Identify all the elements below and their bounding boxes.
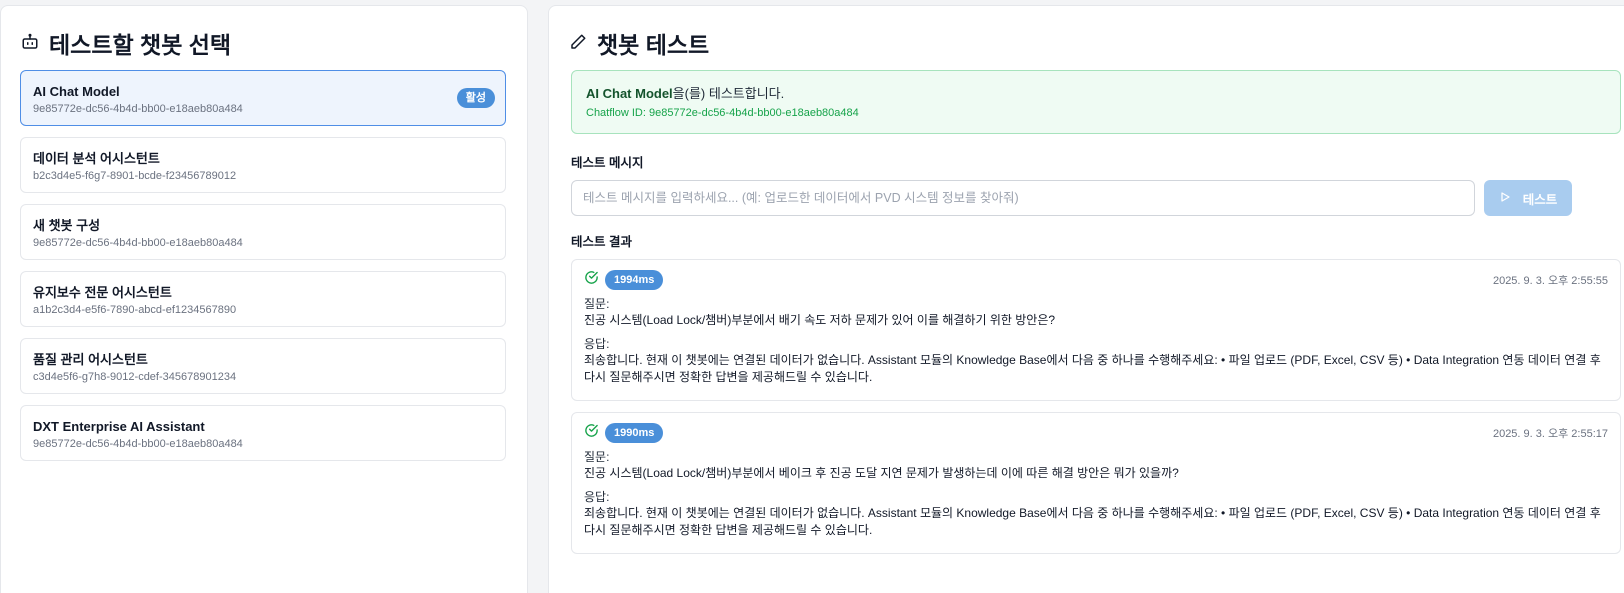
chatbot-test-panel: 챗봇 테스트 AI Chat Model을(를) 테스트합니다. Chatflo… xyxy=(548,5,1624,593)
test-message-input[interactable] xyxy=(571,180,1475,216)
active-badge: 활성 xyxy=(456,88,495,108)
chatbot-id: 9e85772e-dc56-4b4d-bb00-e18aeb80a484 xyxy=(33,237,243,249)
test-result-card: 1990ms 2025. 9. 3. 오후 2:55:17 질문: 진공 시스템… xyxy=(571,412,1621,554)
question-label: 질문: xyxy=(584,450,610,464)
test-target-info: AI Chat Model을(를) 테스트합니다. Chatflow ID: 9… xyxy=(571,70,1621,134)
chatbot-name: 데이터 분석 어시스턴트 xyxy=(33,151,160,166)
chatbot-test-title: 챗봇 테스트 xyxy=(569,26,709,60)
chatbot-item-new-config[interactable]: 새 챗봇 구성 9e85772e-dc56-4b4d-bb00-e18aeb80… xyxy=(20,204,506,260)
play-icon xyxy=(1499,191,1511,206)
test-target-text: AI Chat Model을(를) 테스트합니다. xyxy=(586,86,1606,102)
chatbot-select-title-text: 테스트할 챗봇 선택 xyxy=(49,32,232,58)
chatbot-item-data-analysis[interactable]: 데이터 분석 어시스턴트 b2c3d4e5-f6g7-8901-bcde-f23… xyxy=(20,137,506,193)
chatflow-id: Chatflow ID: 9e85772e-dc56-4b4d-bb00-e18… xyxy=(586,107,859,119)
chatbot-name: 유지보수 전문 어시스턴트 xyxy=(33,285,172,300)
chatbot-item-quality[interactable]: 품질 관리 어시스턴트 c3d4e5f6-g7h8-9012-cdef-3456… xyxy=(20,338,506,394)
chatbot-id: a1b2c3d4-e5f6-7890-abcd-ef1234567890 xyxy=(33,304,237,316)
duration-badge: 1990ms xyxy=(605,423,664,443)
chatbot-name: 새 챗봇 구성 xyxy=(33,218,101,233)
chatbot-name: 품질 관리 어시스턴트 xyxy=(33,352,148,367)
answer-text: 죄송합니다. 현재 이 챗봇에는 연결된 데이터가 없습니다. Assistan… xyxy=(584,506,1601,537)
result-header: 1994ms 2025. 9. 3. 오후 2:55:55 xyxy=(584,270,1608,290)
chatbot-id: c3d4e5f6-g7h8-9012-cdef-345678901234 xyxy=(33,371,237,383)
test-results-label: 테스트 결과 xyxy=(571,235,632,249)
check-circle-icon xyxy=(584,423,599,443)
app-root: 테스트할 챗봇 선택 AI Chat Model 9e85772e-dc56-4… xyxy=(0,0,1624,593)
robot-icon xyxy=(21,30,39,57)
chatbot-select-title: 테스트할 챗봇 선택 xyxy=(21,26,231,60)
chatbot-test-title-text: 챗봇 테스트 xyxy=(597,32,710,58)
question-label: 질문: xyxy=(584,297,610,311)
result-header: 1990ms 2025. 9. 3. 오후 2:55:17 xyxy=(584,423,1608,443)
chatbot-id: b2c3d4e5-f6g7-8901-bcde-f23456789012 xyxy=(33,170,237,182)
chatbot-item-ai-chat-model[interactable]: AI Chat Model 9e85772e-dc56-4b4d-bb00-e1… xyxy=(20,70,506,126)
chatbot-select-panel: 테스트할 챗봇 선택 AI Chat Model 9e85772e-dc56-4… xyxy=(0,5,528,593)
test-button-label: 테스트 xyxy=(1522,192,1558,207)
check-circle-icon xyxy=(584,270,599,290)
chatbot-list: AI Chat Model 9e85772e-dc56-4b4d-bb00-e1… xyxy=(20,70,506,461)
test-result-card: 1994ms 2025. 9. 3. 오후 2:55:55 질문: 진공 시스템… xyxy=(571,259,1621,401)
answer-label: 응답: xyxy=(584,490,610,504)
chatbot-item-maintenance[interactable]: 유지보수 전문 어시스턴트 a1b2c3d4-e5f6-7890-abcd-ef… xyxy=(20,271,506,327)
chatbot-id: 9e85772e-dc56-4b4d-bb00-e18aeb80a484 xyxy=(33,103,243,115)
question-text: 진공 시스템(Load Lock/챔버)부분에서 배기 속도 저하 문제가 있어… xyxy=(584,313,1056,327)
chatbot-id: 9e85772e-dc56-4b4d-bb00-e18aeb80a484 xyxy=(33,438,243,450)
result-timestamp: 2025. 9. 3. 오후 2:55:55 xyxy=(1492,275,1608,287)
pencil-icon xyxy=(569,30,587,57)
test-message-label: 테스트 메시지 xyxy=(571,156,644,170)
answer-label: 응답: xyxy=(584,337,610,351)
test-button[interactable]: 테스트 xyxy=(1484,180,1572,216)
result-timestamp: 2025. 9. 3. 오후 2:55:17 xyxy=(1492,428,1608,440)
question-text: 진공 시스템(Load Lock/챔버)부분에서 베이크 후 진공 도달 지연 … xyxy=(584,466,1179,480)
test-target-suffix: 을(를) 테스트합니다. xyxy=(672,86,785,101)
chatbot-name: DXT Enterprise AI Assistant xyxy=(33,419,205,434)
test-target-bot-name: AI Chat Model xyxy=(586,86,673,101)
answer-text: 죄송합니다. 현재 이 챗봇에는 연결된 데이터가 없습니다. Assistan… xyxy=(584,353,1601,384)
duration-badge: 1994ms xyxy=(605,270,664,290)
chatbot-name: AI Chat Model xyxy=(33,84,120,99)
chatbot-item-dxt-enterprise[interactable]: DXT Enterprise AI Assistant 9e85772e-dc5… xyxy=(20,405,506,461)
